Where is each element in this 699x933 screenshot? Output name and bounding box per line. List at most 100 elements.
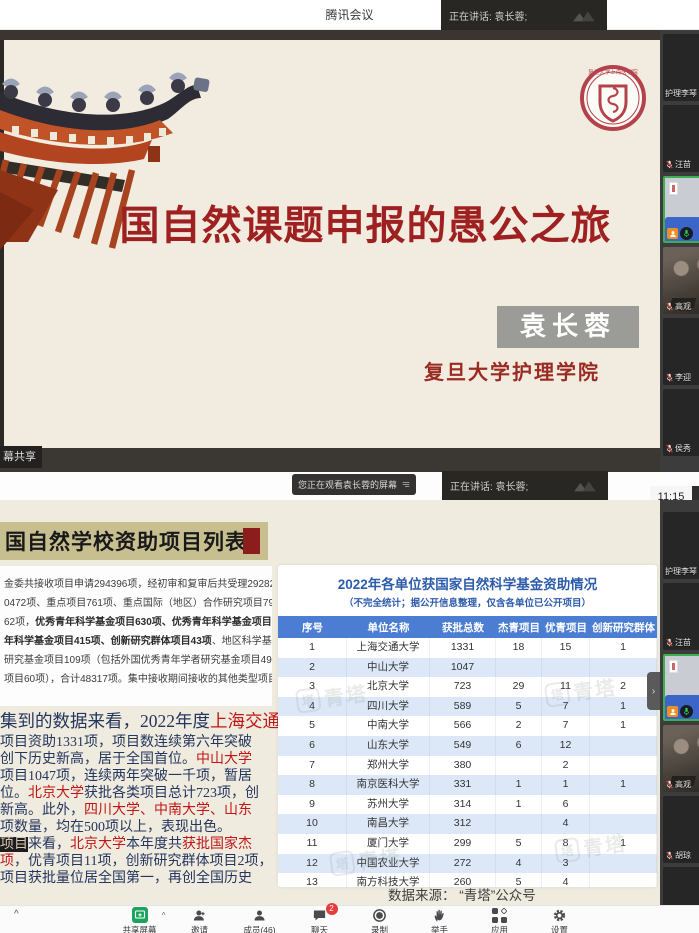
members-icon [252,907,267,923]
col-header: 优青项目 [542,620,590,635]
menu-icon[interactable] [402,480,410,489]
table-cell: 6 [496,736,542,756]
participant-label: 护理李琴 [665,88,697,99]
share-options-caret[interactable]: ^ [162,911,166,920]
table-cell: 1 [590,716,657,736]
toolbar-items: 共享屏幕 ^ 邀请 成员(46) 聊天 2 [0,907,699,933]
table-cell: 1 [590,638,657,658]
shared-screen-bottom-bar [0,448,660,472]
apps-icon [492,907,507,923]
shared-screen-top-edge [0,30,660,40]
participant-thumbnail[interactable]: 李迎 [663,318,699,385]
participant-thumbnail[interactable]: 护理李琴 [663,34,699,101]
raise-hand-button[interactable]: 举手 [418,907,462,933]
apps-button[interactable]: 应用 [478,907,522,933]
mic-muted-icon [665,444,674,453]
table-cell: 29 [496,677,542,697]
table-cell: 四川大学 [347,697,430,717]
table-cell: 589 [430,697,496,717]
col-header: 创新研究群体 [590,620,657,635]
participant-thumbnail[interactable]: 汪苗 [663,583,699,650]
table-cell: 13 [278,873,347,887]
participant-name: 李迎 [675,372,691,383]
table-cell: 18 [496,638,542,658]
table-cell: 中南大学 [347,716,430,736]
table-row: 9苏州大学31416 [278,795,657,815]
table-row: 2中山大学1047 [278,658,657,678]
mic-active-icon [680,227,693,240]
participant-thumbnail[interactable]: 高观 [663,725,699,792]
table-cell: 4 [496,854,542,874]
participant-thumbnail[interactable] [663,654,699,721]
slide-title: 国自然课题申报的愚公之旅 [78,200,653,252]
participant-thumbnail[interactable]: 汪苗 [663,105,699,172]
sidebar-collapse-handle[interactable]: › [647,672,660,710]
text-line: 项数量，均在500项以上，表现出色。 [0,819,278,836]
participant-thumbnail[interactable]: 高观 [663,247,699,314]
table-cell: 1 [496,795,542,815]
shared-slide-title-page: 复旦大学上海医学院 国自然课题申报的愚公之旅 袁长蓉 复旦大学护理学院 [0,40,660,448]
speaking-label: 正在讲话: 袁长蓉; [450,478,570,493]
participant-name: 胡琼 [675,850,691,861]
text-line: 集到的数据来看，2022年度上海交通大学 [0,708,278,734]
participant-name: 护理李琴 [665,566,697,577]
table-cell: 5 [496,697,542,717]
table-cell: 314 [430,795,496,815]
table-cell [542,658,590,678]
participant-label: 胡琼 [665,850,691,861]
chat-button[interactable]: 聊天 2 [298,907,342,933]
table-cell: 4 [542,873,590,887]
table-cell: 山东大学 [347,736,430,756]
table-cell: 2 [542,756,590,776]
table-cell: 5 [496,834,542,854]
participant-label: 高观 [665,779,691,790]
text-line: 项目60项），合计48317项。集中接收期间接收的其他类型项目正在评 [4,670,272,689]
text-line: 金委共接收项目申请294396项，经初审和复审后共受理292829项，其 [4,575,272,594]
table-title: 2022年各单位获国家自然科学基金资助情况 [278,573,657,593]
settings-button[interactable]: 设置 [538,907,582,933]
participant-thumbnail[interactable] [663,176,699,243]
meeting-toolbar: ^ 共享屏幕 ^ 邀请 成员(46) [0,905,699,933]
table-cell: 上海交通大学 [347,638,430,658]
mic-muted-icon [665,851,674,860]
invite-button[interactable]: 邀请 [178,907,222,933]
watching-label: 您正在观看袁长蓉的屏幕 [298,478,397,491]
table-cell: 5 [278,716,347,736]
table-cell: 苏州大学 [347,795,430,815]
section-banner: 国自然学校资助项目列表 [0,522,268,560]
share-screen-button[interactable]: 共享屏幕 ^ [118,907,162,933]
table-header-row: 序号 单位名称 获批总数 杰青项目 优青项目 创新研究群体 [278,616,657,638]
table-row: 3北京大学72329112 [278,677,657,697]
table-cell: 北京大学 [347,677,430,697]
members-button[interactable]: 成员(46) [238,907,282,933]
table-cell: 4 [278,697,347,717]
table-cell: 南昌大学 [347,814,430,834]
table-cell: 1 [590,834,657,854]
table-cell: 南京医科大学 [347,775,430,795]
table-cell: 2 [278,658,347,678]
col-header: 杰青项目 [496,620,542,635]
settings-gear-icon [552,907,567,923]
speaking-indicator: 正在讲话: 袁长蓉; [442,471,608,500]
table-row: 12中国农业大学27243 [278,854,657,874]
text-line: 项目1047项，连续两年突破一千项，暂居 [0,768,278,785]
record-button[interactable]: 录制 [358,907,402,933]
table-body: 1上海交通大学1331181512中山大学10473北京大学723291124四… [278,638,657,887]
table-cell [590,854,657,874]
table-cell [590,756,657,776]
text-line: 项目资助1331项，项目数连续第六年突破 [0,734,278,751]
invite-icon [192,907,207,923]
table-row: 10南昌大学3124 [278,814,657,834]
participant-label: 护理李琴 [665,566,697,577]
table-row: 5中南大学566271 [278,716,657,736]
table-cell: 8 [278,775,347,795]
participant-thumbnail[interactable]: 护理李琴 [663,512,699,579]
table-row: 4四川大学589571 [278,697,657,717]
participant-name: 高观 [675,779,691,790]
raise-hand-icon [432,907,447,923]
participant-thumbnail[interactable]: 侯秀 [663,389,699,456]
participant-thumbnail[interactable] [663,867,699,905]
table-row: 8南京医科大学331111 [278,775,657,795]
participant-thumbnail[interactable]: 胡琼 [663,796,699,863]
analysis-text-block: 集到的数据来看，2022年度上海交通大学项目资助1331项，项目数连续第六年突破… [0,708,278,887]
